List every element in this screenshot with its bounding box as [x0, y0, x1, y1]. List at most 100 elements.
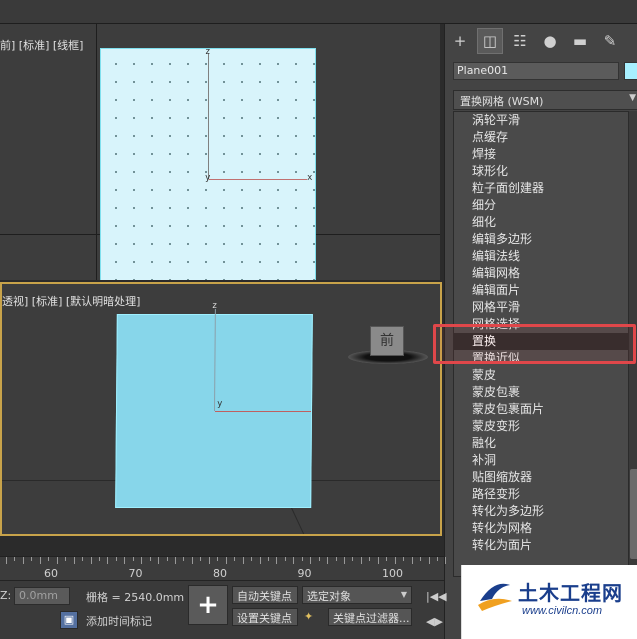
time-tag-icon[interactable]: ▣	[60, 611, 78, 629]
modifier-list-item[interactable]: 粒子面创建器	[454, 180, 628, 197]
viewcube[interactable]: 前	[370, 326, 404, 356]
modifier-list-item[interactable]: 贴图缩放器	[454, 469, 628, 486]
modify-icon[interactable]: ◫	[477, 28, 503, 54]
gizmo-y-label: y	[205, 173, 211, 183]
timeline-tick	[14, 557, 16, 561]
modifier-list-item[interactable]: 补洞	[454, 452, 628, 469]
gizmo-z-axis	[214, 309, 216, 411]
prev-frame-icon[interactable]: ◀▶	[426, 615, 447, 628]
timeline-tick	[318, 557, 320, 561]
timeline-tick	[411, 557, 413, 564]
app-window: 前] [标准] [线框] z x y 透视] [标准] [默认明暗处理] z y…	[0, 0, 637, 639]
timeline-tick	[259, 557, 261, 564]
modifier-list-item[interactable]: 转化为多边形	[454, 503, 628, 520]
timeline-tick	[208, 557, 210, 564]
timeline-label: 60	[44, 567, 58, 580]
modifier-list-item[interactable]: 蒙皮包裹面片	[454, 401, 628, 418]
scrollbar-thumb[interactable]	[630, 469, 637, 559]
modifier-list-item[interactable]: 编辑网格	[454, 265, 628, 282]
gizmo-z-label: z	[205, 47, 211, 57]
status-bar: Z: 0.0mm 栅格 = 2540.0mm ▣ 添加时间标记 + 自动关键点 …	[0, 580, 444, 639]
timeline-tick	[327, 557, 329, 564]
watermark-logo	[478, 583, 512, 611]
watermark: 土木工程网 www.civilcn.com	[461, 565, 637, 639]
timeline-tick	[301, 557, 303, 561]
hierarchy-icon[interactable]: ☷	[507, 28, 533, 54]
modifier-list-item[interactable]: 转化为面片	[454, 537, 628, 554]
timeline-tick	[428, 557, 430, 564]
modifier-list-item[interactable]: 网格平滑	[454, 299, 628, 316]
modifier-list-item[interactable]: 编辑法线	[454, 248, 628, 265]
modifier-list-item[interactable]: 焊接	[454, 146, 628, 163]
timeline-tick	[48, 557, 50, 561]
gizmo-z-axis	[208, 53, 209, 179]
set-key-plus-button[interactable]: +	[188, 585, 228, 625]
watermark-url: www.civilcn.com	[522, 605, 603, 617]
add-time-tag-button[interactable]: 添加时间标记	[86, 613, 152, 629]
timeline-tick	[191, 557, 193, 564]
timeline-tick	[65, 557, 67, 561]
chevron-down-icon: ▼	[400, 590, 407, 599]
timeline-tick	[420, 557, 422, 561]
modifier-list-item[interactable]: 球形化	[454, 163, 628, 180]
selection-dropdown[interactable]: 选定对象 ▼	[302, 586, 412, 604]
timeline-tick	[115, 557, 117, 561]
viewport-front[interactable]: 前] [标准] [线框] z x y	[0, 24, 440, 280]
plus-icon[interactable]: +	[447, 28, 473, 54]
timeline-tick	[90, 557, 92, 564]
set-key-button[interactable]: 设置关键点	[232, 608, 298, 626]
z-coord-field[interactable]: 0.0mm	[14, 587, 70, 605]
command-panel-tabs: + ◫ ☷ ● ▬ ✎	[447, 28, 637, 56]
viewport-perspective-label[interactable]: 透视] [标准] [默认明暗处理]	[2, 293, 140, 309]
timeline-tick	[217, 557, 219, 561]
timeline-ruler[interactable]: 60 70 80 90 100	[0, 556, 447, 580]
modifier-list-item[interactable]: 涡轮平滑	[454, 112, 628, 129]
auto-key-button[interactable]: 自动关键点	[232, 586, 298, 604]
timeline-tick	[98, 557, 100, 561]
grid-size-label: 栅格 = 2540.0mm	[86, 591, 185, 604]
grid-line	[96, 24, 97, 280]
timeline-tick	[124, 557, 126, 564]
gizmo-x-axis	[209, 179, 307, 180]
modifier-list-dropdown[interactable]: 置换网格 (WSM) ▼	[453, 90, 637, 110]
modifier-list-item[interactable]: 路径变形	[454, 486, 628, 503]
chevron-down-icon: ▼	[629, 93, 636, 103]
timeline-tick	[234, 557, 236, 561]
modifier-list-item[interactable]: 蒙皮变形	[454, 418, 628, 435]
key-mode-icon[interactable]: ✦	[304, 610, 313, 623]
timeline-tick	[225, 557, 227, 564]
modifier-list-item[interactable]: 细化	[454, 214, 628, 231]
modifier-list-item[interactable]: 蒙皮包裹	[454, 384, 628, 401]
modifier-list-item[interactable]: 点缓存	[454, 129, 628, 146]
selection-dropdown-value: 选定对象	[307, 590, 351, 603]
modifier-list-item[interactable]: 细分	[454, 197, 628, 214]
display-icon[interactable]: ▬	[567, 28, 593, 54]
timeline-tick	[56, 557, 58, 564]
plane-object[interactable]: z x y	[100, 47, 316, 280]
gizmo-z-label: z	[211, 301, 218, 311]
timeline-tick	[276, 557, 278, 564]
viewport-perspective[interactable]: 透视] [标准] [默认明暗处理] z y 前	[0, 282, 442, 536]
time-controls: |◀◀ ◀▶	[426, 590, 447, 628]
timeline-tick	[403, 557, 405, 561]
modifier-list-item[interactable]: 编辑多边形	[454, 231, 628, 248]
key-filters-button[interactable]: 关键点过滤器...	[328, 608, 412, 626]
annotation-highlight-box	[433, 324, 636, 364]
timeline-tick	[394, 557, 396, 564]
object-name-field[interactable]: Plane001	[453, 62, 619, 80]
viewport-front-label[interactable]: 前] [标准] [线框]	[0, 37, 83, 53]
timeline-tick	[436, 557, 438, 561]
utilities-icon[interactable]: ✎	[597, 28, 623, 54]
motion-icon[interactable]: ●	[537, 28, 563, 54]
modifier-list-item[interactable]: 融化	[454, 435, 628, 452]
timeline-tick	[132, 557, 134, 561]
modifier-dropdown-value: 置换网格 (WSM)	[460, 95, 544, 108]
plane-object-perspective[interactable]: z y	[115, 301, 313, 508]
timeline-tick	[386, 557, 388, 561]
go-to-start-icon[interactable]: |◀◀	[426, 590, 447, 603]
object-color-swatch[interactable]	[624, 62, 637, 80]
modifier-list-item[interactable]: 蒙皮	[454, 367, 628, 384]
modifier-list-item[interactable]: 编辑面片	[454, 282, 628, 299]
timeline-tick	[31, 557, 33, 561]
modifier-list-item[interactable]: 转化为网格	[454, 520, 628, 537]
